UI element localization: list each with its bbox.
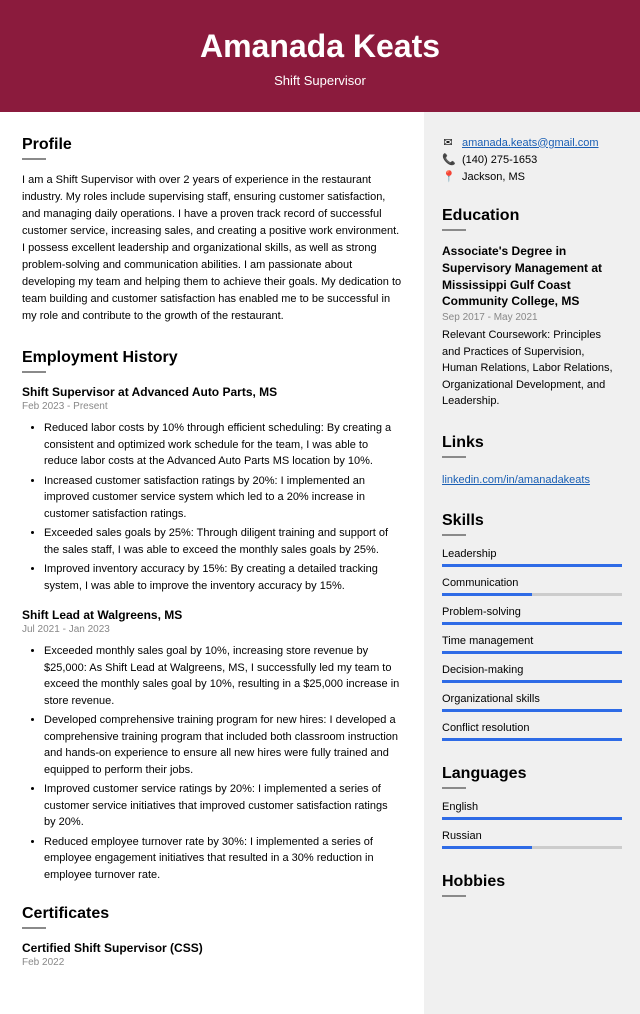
profile-heading: Profile [22, 136, 402, 154]
skill-bar [442, 622, 622, 625]
location-text: Jackson, MS [462, 171, 525, 183]
education-section: Education Associate's Degree in Supervis… [442, 207, 622, 410]
heading-underline [22, 158, 46, 160]
job-title: Shift Lead at Walgreens, MS [22, 608, 402, 622]
skill-name: Leadership [442, 548, 622, 560]
skill-item: Communication [442, 577, 622, 596]
job-bullets: Reduced labor costs by 10% through effic… [22, 420, 402, 594]
links-heading: Links [442, 434, 622, 452]
job-bullet: Exceeded monthly sales goal by 10%, incr… [44, 643, 402, 709]
employment-section: Employment History Shift Supervisor at A… [22, 349, 402, 883]
education-degree: Associate's Degree in Supervisory Manage… [442, 243, 622, 310]
language-item: English [442, 801, 622, 820]
heading-underline [442, 534, 466, 536]
education-dates: Sep 2017 - May 2021 [442, 312, 622, 323]
skill-bar [442, 593, 622, 596]
job-entry: Shift Supervisor at Advanced Auto Parts,… [22, 385, 402, 594]
cert-title: Certified Shift Supervisor (CSS) [22, 941, 402, 955]
contact-email-row: ✉ amanada.keats@gmail.com [442, 136, 622, 149]
email-icon: ✉ [442, 136, 454, 149]
skill-name: Decision-making [442, 664, 622, 676]
job-entry: Shift Lead at Walgreens, MS Jul 2021 - Ja… [22, 608, 402, 883]
job-bullet: Exceeded sales goals by 25%: Through dil… [44, 525, 402, 558]
email-link[interactable]: amanada.keats@gmail.com [462, 137, 599, 149]
skill-fill [442, 680, 622, 683]
person-title: Shift Supervisor [0, 73, 640, 88]
employment-heading: Employment History [22, 349, 402, 367]
heading-underline [442, 895, 466, 897]
profile-text: I am a Shift Supervisor with over 2 year… [22, 172, 402, 325]
contact-block: ✉ amanada.keats@gmail.com 📞 (140) 275-16… [442, 136, 622, 183]
main-column: Profile I am a Shift Supervisor with ove… [0, 112, 424, 1014]
education-desc: Relevant Coursework: Principles and Prac… [442, 327, 622, 410]
skill-fill [442, 738, 622, 741]
skill-fill [442, 651, 622, 654]
language-item: Russian [442, 830, 622, 849]
language-fill [442, 846, 532, 849]
linkedin-link[interactable]: linkedin.com/in/amanadakeats [442, 474, 590, 486]
skill-name: Organizational skills [442, 693, 622, 705]
skills-heading: Skills [442, 512, 622, 530]
job-bullet: Developed comprehensive training program… [44, 712, 402, 778]
links-section: Links linkedin.com/in/amanadakeats [442, 434, 622, 488]
skill-bar [442, 709, 622, 712]
skills-section: Skills Leadership Communication Problem-so… [442, 512, 622, 741]
skill-name: Problem-solving [442, 606, 622, 618]
resume-header: Amanada Keats Shift Supervisor [0, 0, 640, 112]
skill-fill [442, 593, 532, 596]
skill-fill [442, 564, 622, 567]
languages-section: Languages English Russian [442, 765, 622, 849]
job-title: Shift Supervisor at Advanced Auto Parts,… [22, 385, 402, 399]
contact-phone-row: 📞 (140) 275-1653 [442, 153, 622, 166]
language-name: Russian [442, 830, 622, 842]
skill-bar [442, 680, 622, 683]
sidebar-column: ✉ amanada.keats@gmail.com 📞 (140) 275-16… [424, 112, 640, 1014]
languages-heading: Languages [442, 765, 622, 783]
hobbies-section: Hobbies [442, 873, 622, 897]
heading-underline [442, 456, 466, 458]
location-icon: 📍 [442, 170, 454, 183]
language-bar [442, 817, 622, 820]
heading-underline [442, 229, 466, 231]
person-name: Amanada Keats [0, 28, 640, 65]
job-bullet: Increased customer satisfaction ratings … [44, 473, 402, 523]
skill-item: Decision-making [442, 664, 622, 683]
heading-underline [442, 787, 466, 789]
skill-name: Time management [442, 635, 622, 647]
language-name: English [442, 801, 622, 813]
skill-bar [442, 651, 622, 654]
skill-name: Conflict resolution [442, 722, 622, 734]
skill-item: Problem-solving [442, 606, 622, 625]
language-fill [442, 817, 622, 820]
skill-item: Organizational skills [442, 693, 622, 712]
skill-bar [442, 564, 622, 567]
contact-location-row: 📍 Jackson, MS [442, 170, 622, 183]
certificates-section: Certificates Certified Shift Supervisor … [22, 905, 402, 968]
phone-icon: 📞 [442, 153, 454, 166]
profile-section: Profile I am a Shift Supervisor with ove… [22, 136, 402, 325]
cert-dates: Feb 2022 [22, 957, 402, 968]
job-bullet: Reduced employee turnover rate by 30%: I… [44, 834, 402, 884]
skill-item: Leadership [442, 548, 622, 567]
heading-underline [22, 371, 46, 373]
skill-item: Time management [442, 635, 622, 654]
heading-underline [22, 927, 46, 929]
skill-name: Communication [442, 577, 622, 589]
certificates-heading: Certificates [22, 905, 402, 923]
phone-text: (140) 275-1653 [462, 154, 537, 166]
education-heading: Education [442, 207, 622, 225]
skill-fill [442, 622, 622, 625]
language-bar [442, 846, 622, 849]
skill-item: Conflict resolution [442, 722, 622, 741]
job-dates: Jul 2021 - Jan 2023 [22, 624, 402, 635]
skill-bar [442, 738, 622, 741]
hobbies-heading: Hobbies [442, 873, 622, 891]
job-bullet: Improved customer service ratings by 20%… [44, 781, 402, 831]
job-bullets: Exceeded monthly sales goal by 10%, incr… [22, 643, 402, 883]
job-bullet: Reduced labor costs by 10% through effic… [44, 420, 402, 470]
job-dates: Feb 2023 - Present [22, 401, 402, 412]
skill-fill [442, 709, 622, 712]
job-bullet: Improved inventory accuracy by 15%: By c… [44, 561, 402, 594]
